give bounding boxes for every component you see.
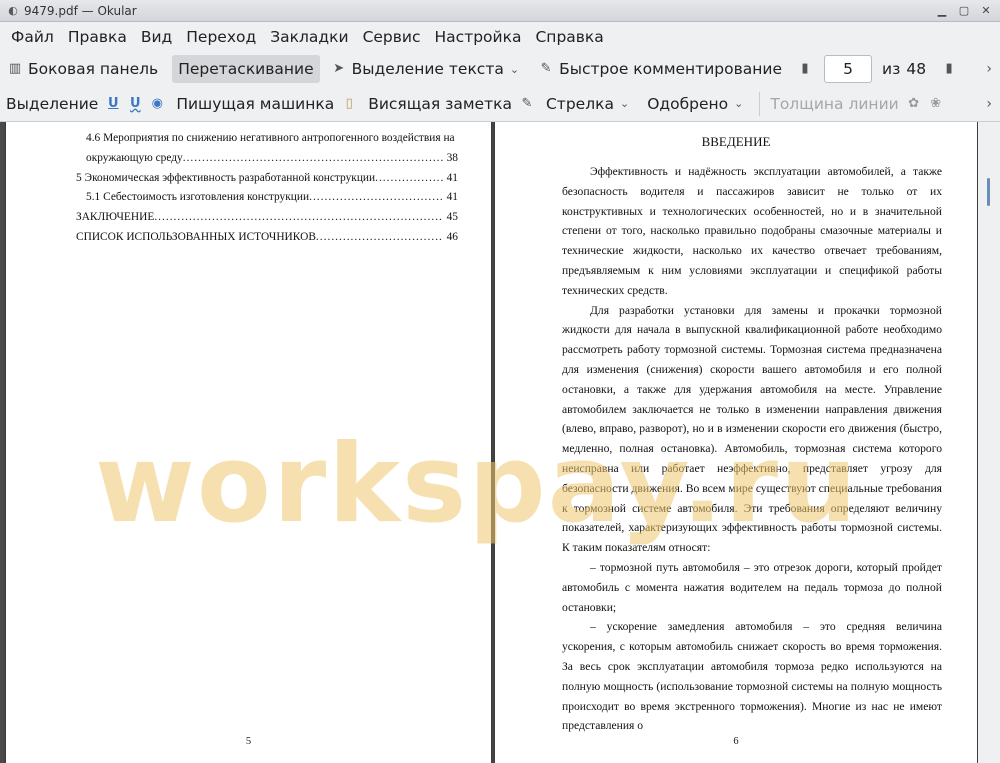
highlight-button[interactable]: Выделение [0, 90, 104, 118]
toc-entry-page: 38 [446, 151, 458, 164]
toc-entry-page: 41 [446, 191, 458, 204]
inline-note-label: Висящая заметка [368, 94, 512, 113]
text-selection-button[interactable]: ➤ Выделение текста ⌄ [324, 55, 531, 83]
menu-file[interactable]: Файл [4, 22, 61, 52]
toc-entry: окружающую среду 38 [86, 152, 458, 164]
toc-entry: 5.1 Себестоимость изготовления конструкц… [86, 191, 458, 203]
page-body-text: Эффективность и надёжность эксплуатации … [562, 162, 942, 736]
toc-dot-leader [309, 191, 443, 203]
toc-dot-leader [183, 152, 443, 164]
toc-dot-leader [375, 172, 443, 184]
next-page-icon[interactable]: ▮ [940, 60, 958, 78]
toc-entry-title: окружающую среду [86, 151, 183, 164]
menu-help[interactable]: Справка [528, 22, 610, 52]
minimize-icon[interactable]: ▁ [934, 3, 950, 19]
stamp-pen-icon[interactable]: ✎ [518, 95, 536, 113]
toc-entry: 5 Экономическая эффективность разработан… [76, 172, 458, 184]
close-icon[interactable]: ✕ [978, 3, 994, 19]
toolbar-overflow-icon[interactable]: › [986, 61, 992, 77]
toolbar-overflow-icon[interactable]: › [986, 96, 992, 112]
quick-annotation-button[interactable]: ✎ Быстрое комментирование [531, 55, 788, 83]
annotation-toolbar: Выделение U U ◉ Пишущая машинка ▯ Висяща… [0, 86, 1000, 122]
page-5: 4.6 Мероприятия по снижению негативного … [6, 122, 491, 763]
paragraph: Эффективность и надёжность эксплуатации … [562, 165, 942, 297]
toc-entry-page: 45 [446, 211, 458, 224]
strikeout-icon[interactable]: ◉ [148, 95, 166, 113]
drag-tool-label: Перетаскивание [178, 60, 314, 78]
arrow-label: Стрелка [545, 94, 614, 113]
paragraph: – ускорение замедления автомобиля – это … [562, 620, 942, 733]
inline-note-button[interactable]: Висящая заметка [362, 90, 518, 118]
vertical-scrollbar[interactable] [978, 122, 1000, 763]
toolbar-separator [759, 91, 761, 116]
color-palette-icon[interactable]: ✿ [905, 95, 923, 113]
toc-entry-title: 4.6 Мероприятия по снижению негативного … [86, 132, 455, 144]
toc-entry-title: СПИСОК ИСПОЛЬЗОВАННЫХ ИСТОЧНИКОВ [76, 231, 316, 243]
toc-entry: ЗАКЛЮЧЕНИЕ 45 [76, 211, 458, 223]
paragraph: Для разработки установки для замены и пр… [562, 303, 942, 555]
toc-entry-title: 5 Экономическая эффективность разработан… [76, 171, 376, 184]
menu-edit[interactable]: Правка [61, 22, 134, 52]
text-selection-label: Выделение текста [351, 60, 504, 78]
menu-tools[interactable]: Сервис [356, 22, 428, 52]
title-bar: ◐ 9479.pdf — Okular ▁ ▢ ✕ [0, 0, 1000, 22]
toc-entry-page: 46 [446, 231, 458, 243]
line-width-label: Толщина линии [770, 94, 899, 113]
menu-bookmarks[interactable]: Закладки [263, 22, 355, 52]
squiggly-underline-icon[interactable]: U [126, 95, 144, 113]
pen-icon: ✎ [540, 61, 552, 76]
toc-dot-leader [154, 211, 442, 223]
toc-entry: СПИСОК ИСПОЛЬЗОВАННЫХ ИСТОЧНИКОВ 46 [76, 231, 458, 243]
typewriter-label: Пишущая машинка [176, 94, 335, 113]
toc-entry: 4.6 Мероприятия по снижению негативного … [86, 132, 458, 144]
cursor-icon: ➤ [333, 61, 345, 76]
toc-entry-title: 5.1 Себестоимость изготовления конструкц… [86, 191, 310, 204]
stamp-button[interactable]: Одобрено ⌄ [641, 90, 755, 118]
toc-dot-leader [316, 231, 443, 243]
page-number-input[interactable]: 5 [824, 55, 872, 83]
menu-bar: Файл Правка Вид Переход Закладки Сервис … [0, 22, 1000, 52]
sidebar-button[interactable]: ▥ Боковая панель [0, 55, 164, 83]
page-number-5: 5 [245, 736, 252, 747]
sidebar-label: Боковая панель [28, 60, 159, 78]
typewriter-button[interactable]: Пишущая машинка [170, 90, 340, 118]
main-toolbar: ▥ Боковая панель Перетаскивание ➤ Выделе… [0, 52, 1000, 86]
highlight-label: Выделение [6, 94, 99, 113]
window-title: 9479.pdf — Okular [24, 3, 137, 18]
sidebar-icon: ▥ [8, 61, 22, 76]
quick-annotation-label: Быстрое комментирование [559, 60, 782, 78]
note-icon[interactable]: ▯ [340, 95, 358, 113]
arrow-button[interactable]: Стрелка ⌄ [540, 90, 641, 118]
previous-page-icon[interactable]: ▮ [796, 60, 814, 78]
scrollbar-thumb[interactable] [987, 178, 990, 206]
page-total-label: 48 [906, 60, 927, 78]
menu-go[interactable]: Переход [179, 22, 263, 52]
opacity-icon[interactable]: ❀ [927, 95, 945, 113]
chevron-down-icon[interactable]: ⌄ [620, 97, 629, 110]
drag-tool-button[interactable]: Перетаскивание [172, 55, 320, 83]
stamp-label: Одобрено [647, 94, 729, 113]
paragraph: – тормозной путь автомобиля – это отрезо… [562, 560, 942, 614]
chevron-down-icon[interactable]: ⌄ [734, 97, 743, 110]
page-number-6: 6 [733, 736, 739, 747]
page-heading: ВВЕДЕНИЕ [701, 134, 771, 149]
maximize-icon[interactable]: ▢ [956, 3, 972, 19]
document-view[interactable]: 4.6 Мероприятия по снижению негативного … [0, 122, 1000, 763]
okular-app-icon: ◐ [8, 3, 18, 17]
page-6: ВВЕДЕНИЕ Эффективность и надёжность эксп… [495, 122, 977, 763]
underline-icon[interactable]: U [104, 95, 122, 113]
toc-entry-page: 41 [446, 171, 458, 184]
menu-view[interactable]: Вид [134, 22, 179, 52]
chevron-down-icon[interactable]: ⌄ [510, 63, 519, 76]
menu-settings[interactable]: Настройка [428, 22, 529, 52]
page-of-label: из [882, 60, 901, 78]
line-width-button[interactable]: Толщина линии [764, 90, 904, 118]
toc-entry-title: ЗАКЛЮЧЕНИЕ [76, 211, 155, 224]
